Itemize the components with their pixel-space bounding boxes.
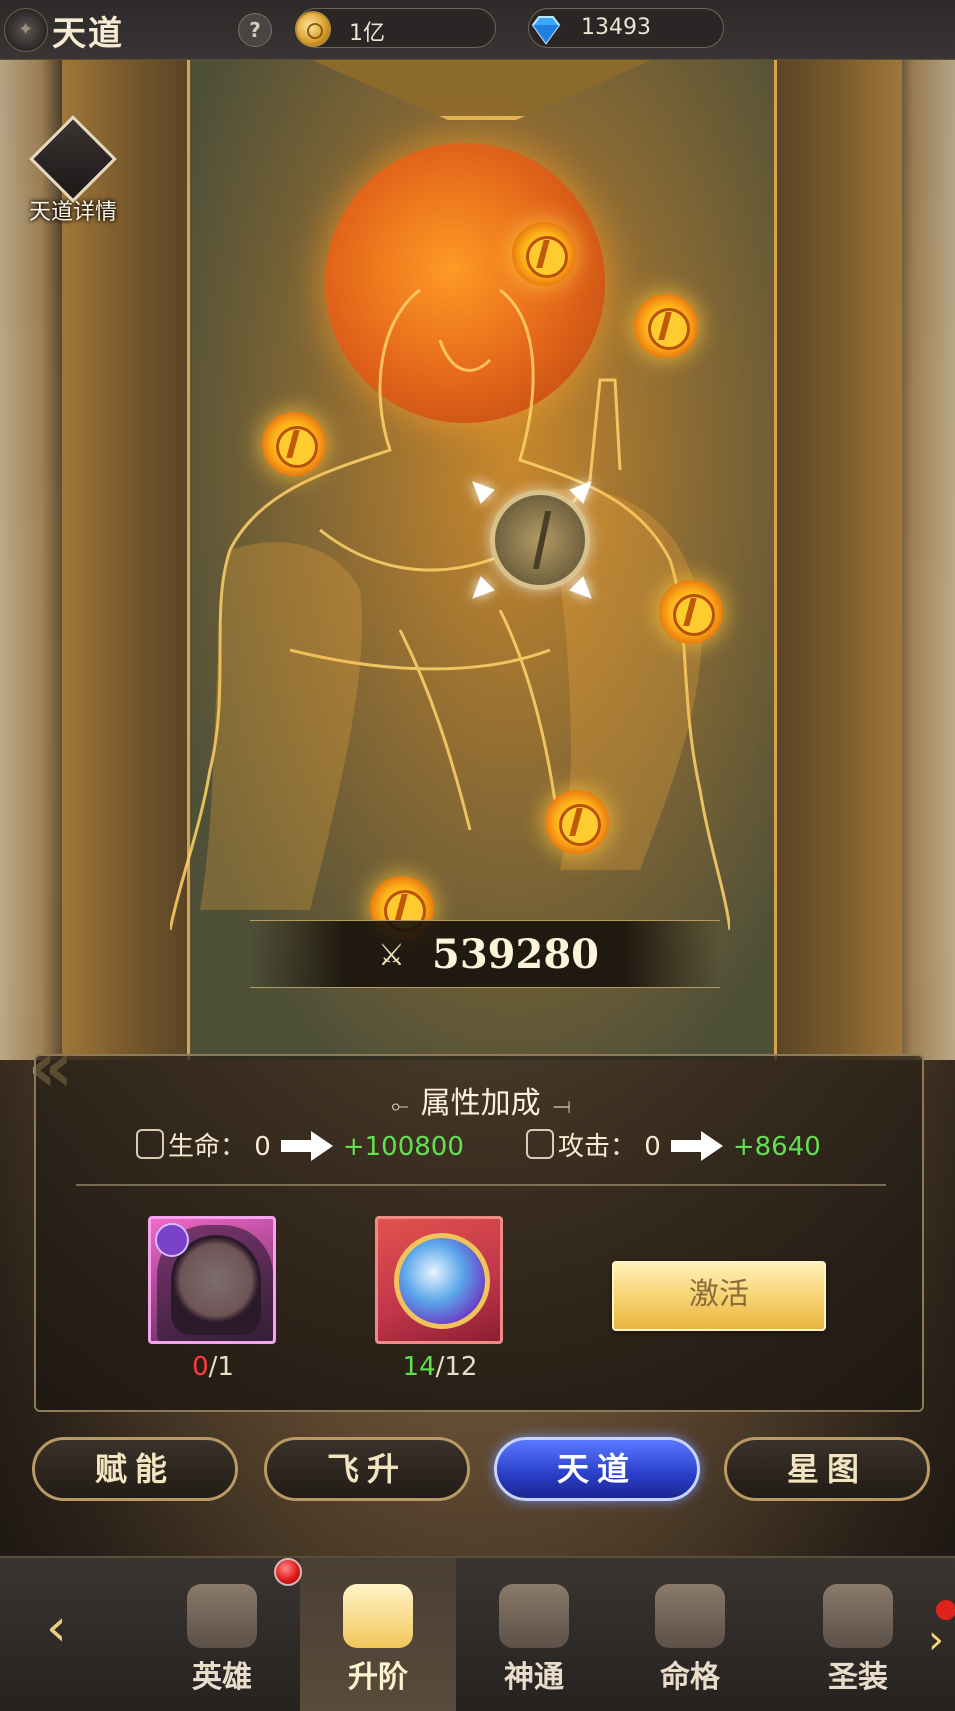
- nav-more-arrow-icon[interactable]: ›: [928, 1615, 955, 1665]
- atk-label: 攻击：: [558, 1132, 637, 1162]
- diamond-icon: [527, 11, 563, 47]
- orb-icon: [394, 1233, 490, 1329]
- orb-material[interactable]: 14/12: [375, 1216, 505, 1382]
- skill-node-5[interactable]: [545, 790, 609, 854]
- back-gem-icon: ✦: [18, 19, 34, 40]
- notification-dot: [274, 1558, 302, 1586]
- hero-portrait[interactable]: [148, 1216, 276, 1344]
- back-button[interactable]: ✦: [4, 8, 48, 52]
- nav-advance-label: 升阶: [348, 1660, 408, 1695]
- tab-empower[interactable]: 赋能: [32, 1437, 238, 1501]
- activate-button[interactable]: 激活: [612, 1261, 826, 1331]
- stat-hp: 生命： 0 +100800: [136, 1126, 464, 1166]
- power-value: 539280: [432, 931, 599, 978]
- attribute-panel: ⟜ 属性加成 ⟞ 生命： 0 +100800 攻击： 0 +8640 0/1 14/12…: [34, 1054, 924, 1412]
- atk-current: 0: [644, 1132, 661, 1162]
- nav-fate[interactable]: 命格: [612, 1558, 768, 1711]
- helmet-icon: [187, 1584, 257, 1648]
- nav-divine-label: 神通: [504, 1660, 564, 1695]
- right-ornament-icon: ⟞: [552, 1094, 571, 1119]
- orb-have: 14: [402, 1352, 436, 1382]
- nav-gear-label: 圣装: [828, 1660, 888, 1695]
- help-button[interactable]: ?: [238, 13, 272, 47]
- sacred-gear-icon: [823, 1584, 893, 1648]
- arrow-right-icon: [670, 1131, 723, 1161]
- page-title: 天道: [52, 14, 124, 54]
- skill-node-1[interactable]: [512, 222, 576, 286]
- hero-material[interactable]: 0/1: [148, 1216, 278, 1382]
- hp-current: 0: [254, 1132, 271, 1162]
- orb-need: /12: [435, 1352, 478, 1382]
- atk-shield-icon: [526, 1129, 554, 1159]
- left-ornament-icon: ⟜: [391, 1094, 409, 1119]
- orb-count: 14/12: [375, 1352, 505, 1382]
- moon-badge-icon: [155, 1223, 189, 1257]
- attribute-title-row: ⟜ 属性加成 ⟞: [36, 1078, 926, 1122]
- bottom-nav: ‹ 英雄 升阶 神通 命格 圣装: [0, 1556, 955, 1711]
- atk-gain: +8640: [732, 1132, 821, 1162]
- attribute-title: 属性加成: [420, 1086, 541, 1121]
- nav-hero-label: 英雄: [192, 1660, 252, 1695]
- arrow-right-icon: [280, 1131, 333, 1161]
- tab-star-map[interactable]: 星图: [724, 1437, 930, 1501]
- top-bar: ✦ 天道 ? 1亿 13493: [0, 0, 955, 60]
- hp-label: 生命：: [168, 1132, 247, 1162]
- swirl-icon: [499, 1584, 569, 1648]
- orb-icon-frame[interactable]: [375, 1216, 503, 1344]
- stat-atk: 攻击： 0 +8640: [526, 1126, 821, 1166]
- nav-gear[interactable]: 圣装: [780, 1558, 936, 1711]
- star-icon: [343, 1584, 413, 1648]
- tab-tiandao[interactable]: 天道: [494, 1437, 700, 1501]
- gold-coin-icon: [295, 11, 331, 47]
- tab-ascend[interactable]: 飞升: [264, 1437, 470, 1501]
- tiandao-detail-button[interactable]: 天道详情: [18, 115, 128, 228]
- nav-back-icon[interactable]: ‹: [46, 1598, 126, 1658]
- hero-have: 0: [192, 1352, 209, 1382]
- triangle-emblem-icon: [29, 115, 117, 203]
- crossed-swords-icon: ⚔: [378, 938, 405, 973]
- screen: ✦ 天道 ? 1亿 13493 天道详情 ⚔ 539280 « ⟜属性加成⟞ 生…: [0, 0, 955, 1711]
- triangle-icon: [655, 1584, 725, 1648]
- power-banner: ⚔ 539280: [250, 920, 720, 988]
- gold-value: 1亿: [349, 21, 385, 46]
- hp-gain: +100800: [342, 1132, 464, 1162]
- skill-node-2[interactable]: [634, 294, 698, 358]
- card-frame-right: [774, 60, 902, 1060]
- nav-advance[interactable]: 升阶: [300, 1558, 456, 1711]
- gem-counter[interactable]: 13493: [528, 8, 724, 48]
- center-core-node[interactable]: [490, 490, 590, 590]
- gold-counter[interactable]: 1亿: [295, 8, 496, 48]
- nav-fate-label: 命格: [660, 1660, 720, 1695]
- gem-value: 13493: [581, 15, 651, 40]
- nav-divine[interactable]: 神通: [456, 1558, 612, 1711]
- skill-node-4[interactable]: [659, 580, 723, 644]
- hero-need: /1: [208, 1352, 234, 1382]
- divider: [76, 1184, 886, 1186]
- hero-count: 0/1: [148, 1352, 278, 1382]
- hp-shield-icon: [136, 1129, 164, 1159]
- skill-node-3[interactable]: [262, 412, 326, 476]
